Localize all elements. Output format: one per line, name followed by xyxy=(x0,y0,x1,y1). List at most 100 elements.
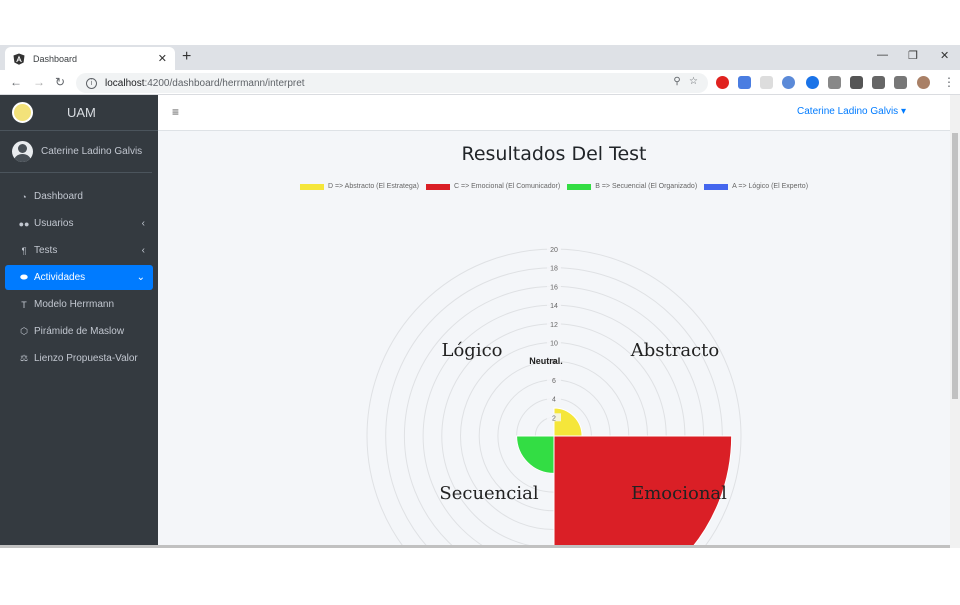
chevron-left-icon: ‹ xyxy=(141,245,145,256)
sidebar-item-label: Modelo Herrmann xyxy=(34,299,115,310)
address-bar: ← → ↻ i localhost:4200/dashboard/herrman… xyxy=(0,70,960,95)
sidebar-menu: ◔ Dashboard ●● Usuarios ‹ ¶ Tests ‹ ⬬ Ac… xyxy=(0,173,158,371)
extension-icon[interactable] xyxy=(806,76,819,89)
legend-item[interactable]: D => Abstracto (El Estratega) xyxy=(299,183,419,190)
vertical-scrollbar[interactable] xyxy=(950,95,960,548)
profile-avatar-icon[interactable] xyxy=(917,76,930,89)
tick-label: 2 xyxy=(552,415,556,422)
legend-item[interactable]: A => Lógico (El Experto) xyxy=(704,183,808,190)
tick-label: 14 xyxy=(550,303,558,310)
text-height-icon: T xyxy=(21,299,27,310)
brand-name: UAM xyxy=(67,105,96,120)
back-icon[interactable]: ← xyxy=(10,75,22,89)
sidebar-item-modelo-herrmann[interactable]: T Modelo Herrmann xyxy=(5,292,153,317)
chart-slice xyxy=(516,435,555,474)
sidebar-item-label: Tests xyxy=(34,245,58,256)
sidebar-item-label: Pirámide de Maslow xyxy=(34,326,125,337)
horizontal-scrollbar[interactable] xyxy=(0,545,950,548)
chart-slice xyxy=(553,407,583,437)
sidebar-item-label: Actividades xyxy=(34,272,86,283)
tick-label: 16 xyxy=(550,284,558,291)
sidebar-item-dashboard[interactable]: ◔ Dashboard xyxy=(5,184,153,209)
browser-tab[interactable]: Dashboard ✕ xyxy=(5,47,175,70)
forward-icon[interactable]: → xyxy=(33,75,45,89)
sidebar: UAM Caterine Ladino Galvis ◔ Dashboard ●… xyxy=(0,95,158,548)
balance-scale-icon: ⚖ xyxy=(19,353,29,363)
users-icon: ●● xyxy=(18,218,30,229)
tab-strip: Dashboard ✕ + — ❐ ✕ xyxy=(0,45,960,70)
sidebar-item-actividades[interactable]: ⬬ Actividades ⌄ xyxy=(5,265,153,290)
tick-label: 6 xyxy=(552,378,556,385)
puzzle-icon[interactable] xyxy=(872,76,885,89)
center-label: Neutral. xyxy=(529,356,563,366)
url-field[interactable]: i localhost:4200/dashboard/herrmann/inte… xyxy=(76,73,708,93)
quadrant-label: Emocional xyxy=(631,483,727,504)
angular-icon xyxy=(13,53,25,65)
brand-logo-icon xyxy=(12,102,33,123)
new-tab-icon[interactable]: + xyxy=(182,47,191,67)
paragraph-icon: ¶ xyxy=(21,245,27,256)
chevron-down-icon: ⌄ xyxy=(136,272,145,283)
quadrant-label: Abstracto xyxy=(630,340,719,361)
quadrant-label: Secuencial xyxy=(439,483,538,504)
user-name: Caterine Ladino Galvis xyxy=(41,146,143,157)
legend-label: D => Abstracto (El Estratega) xyxy=(327,183,419,190)
tab-title: Dashboard xyxy=(33,53,78,64)
cubes-icon: ⬡ xyxy=(20,326,28,336)
user-panel[interactable]: Caterine Ladino Galvis xyxy=(0,131,152,173)
legend-item[interactable]: C => Emocional (El Comunicador) xyxy=(425,183,561,190)
sidebar-item-label: Lienzo Propuesta-Valor xyxy=(34,353,138,364)
vue-icon[interactable] xyxy=(828,76,841,89)
legend-label: C => Emocional (El Comunicador) xyxy=(453,183,561,190)
hamburger-icon[interactable]: ≡ xyxy=(172,105,179,119)
sidebar-item-piramide-maslow[interactable]: ⬡ Pirámide de Maslow xyxy=(5,319,153,344)
close-window-icon[interactable]: ✕ xyxy=(940,49,949,62)
tick-label: 10 xyxy=(550,341,558,348)
opera-icon[interactable] xyxy=(716,76,729,89)
legend-swatch xyxy=(704,183,729,190)
sidebar-item-label: Usuarios xyxy=(34,218,74,229)
quadrant-label: Lógico xyxy=(442,340,503,361)
sidebar-item-label: Dashboard xyxy=(34,191,83,202)
sidebar-item-tests[interactable]: ¶ Tests ‹ xyxy=(5,238,153,263)
caret-down-icon: ▾ xyxy=(900,106,906,117)
legend-label: A => Lógico (El Experto) xyxy=(732,183,809,190)
kebab-menu-icon[interactable]: ⋮ xyxy=(943,75,955,89)
chevron-left-icon: ‹ xyxy=(141,218,145,229)
legend-item[interactable]: B => Secuencial (El Organizado) xyxy=(567,183,697,190)
sidebar-item-lienzo[interactable]: ⚖ Lienzo Propuesta-Valor xyxy=(5,346,153,371)
media-icon[interactable] xyxy=(894,76,907,89)
gamepad-icon: ⬬ xyxy=(20,272,28,282)
brand[interactable]: UAM xyxy=(0,95,158,131)
zoom-star-icons[interactable]: ⚲ ☆ xyxy=(673,76,698,87)
translate-icon[interactable] xyxy=(738,76,751,89)
tick-label: 12 xyxy=(550,322,558,329)
legend-swatch xyxy=(299,183,324,190)
user-dropdown[interactable]: Caterine Ladino Galvis ▾ xyxy=(797,106,906,117)
minimize-icon[interactable]: — xyxy=(877,49,888,61)
chart-title: Resultados Del Test xyxy=(461,143,647,165)
avatar xyxy=(12,141,33,162)
extension-icon[interactable] xyxy=(850,76,863,89)
legend-label: B => Secuencial (El Organizado) xyxy=(595,183,698,190)
sidebar-item-usuarios[interactable]: ●● Usuarios ‹ xyxy=(5,211,153,236)
chart-legend: D => Abstracto (El Estratega) C => Emocio… xyxy=(158,183,950,190)
top-navbar: ≡ Caterine Ladino Galvis ▾ xyxy=(158,95,950,131)
extension-icon[interactable] xyxy=(782,76,795,89)
reload-icon[interactable]: ↻ xyxy=(55,75,65,89)
legend-swatch xyxy=(567,183,592,190)
tachometer-icon: ◔ xyxy=(21,191,27,202)
main-content: 2 4 6 8 10 12 14 16 18 20 Neutral. Lógico Abstracto S… xyxy=(158,131,950,548)
close-tab-icon[interactable]: ✕ xyxy=(158,52,167,65)
scrollbar-thumb[interactable] xyxy=(952,133,958,399)
user-dropdown-label: Caterine Ladino Galvis xyxy=(797,106,899,117)
tick-label: 4 xyxy=(552,397,556,404)
restore-icon[interactable]: ❐ xyxy=(908,49,918,62)
legend-swatch xyxy=(425,183,450,190)
polar-area-chart: 2468101214161820Neutral.Lógico AbstractoS… xyxy=(366,245,742,548)
info-icon[interactable]: i xyxy=(86,77,97,89)
url-host: localhost xyxy=(105,77,145,89)
tick-label: 20 xyxy=(550,247,558,254)
extension-icon[interactable] xyxy=(760,76,773,89)
tick-label: 18 xyxy=(550,266,558,273)
